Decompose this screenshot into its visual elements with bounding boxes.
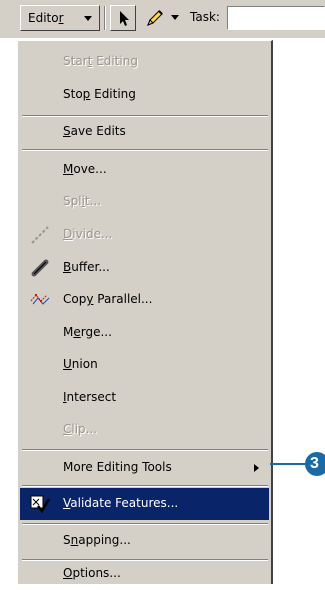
- chevron-down-icon: [84, 16, 92, 21]
- menu-item-clip[interactable]: Clip...: [20, 414, 269, 446]
- menu-separator: [22, 485, 268, 487]
- pointer-arrow-icon: [120, 11, 129, 26]
- editor-toolbar: Editor Task:: [0, 0, 325, 38]
- menu-item-copy-parallel[interactable]: Copy Parallel...: [20, 284, 269, 316]
- menu-item-label: Buffer...: [63, 260, 110, 274]
- chevron-down-icon: [171, 15, 179, 20]
- menu-item-label: Union: [63, 357, 98, 371]
- editor-dropdown-menu: Start Editing Stop Editing Save Edits Mo…: [17, 40, 273, 584]
- divide-icon: [31, 226, 49, 244]
- menu-item-label: Merge...: [63, 325, 112, 339]
- menu-item-merge[interactable]: Merge...: [20, 317, 269, 349]
- task-label: Task:: [190, 10, 220, 24]
- validate-icon: [30, 495, 50, 514]
- chevron-right-icon: [254, 464, 259, 472]
- menu-item-options[interactable]: Options...: [20, 558, 269, 590]
- menu-item-label: Copy Parallel...: [63, 292, 153, 306]
- menu-item-label: Snapping...: [63, 533, 131, 547]
- menu-separator: [22, 449, 268, 451]
- menu-item-start-editing[interactable]: Start Editing: [20, 46, 269, 78]
- menu-item-more-editing-tools[interactable]: More Editing Tools: [20, 452, 269, 484]
- menu-item-split[interactable]: Split...: [20, 186, 269, 218]
- task-select[interactable]: [227, 6, 325, 30]
- toolbar-divider: [104, 6, 106, 30]
- menu-item-stop-editing[interactable]: Stop Editing: [20, 79, 269, 111]
- menu-item-union[interactable]: Union: [20, 349, 269, 381]
- menu-item-label: Options...: [63, 566, 121, 580]
- menu-item-intersect[interactable]: Intersect: [20, 382, 269, 414]
- menu-item-label: Split...: [63, 194, 102, 208]
- editor-menu-button[interactable]: Editor: [20, 5, 100, 31]
- menu-item-label: Divide...: [63, 227, 113, 241]
- menu-item-buffer[interactable]: Buffer...: [20, 252, 269, 284]
- buffer-icon: [31, 259, 49, 277]
- menu-item-save-edits[interactable]: Save Edits: [20, 116, 269, 148]
- menu-item-label: Validate Features...: [63, 496, 179, 510]
- menu-item-label: More Editing Tools: [63, 460, 172, 474]
- menu-item-move[interactable]: Move...: [20, 154, 269, 186]
- menu-item-validate-features[interactable]: Validate Features...: [20, 488, 269, 520]
- sketch-tool-dropdown[interactable]: [144, 7, 184, 29]
- menu-item-label: Start Editing: [63, 54, 138, 68]
- menu-separator: [22, 149, 268, 151]
- edit-tool-button[interactable]: [110, 5, 136, 31]
- menu-item-divide[interactable]: Divide...: [20, 219, 269, 251]
- menu-item-snapping[interactable]: Snapping...: [20, 525, 269, 557]
- copy-parallel-icon: [30, 294, 50, 305]
- menu-item-label: Intersect: [63, 390, 117, 404]
- callout-badge: 3: [305, 452, 325, 476]
- pencil-icon: [147, 10, 163, 26]
- menu-item-label: Stop Editing: [63, 87, 136, 101]
- menu-item-label: Clip...: [63, 422, 98, 436]
- menu-item-label: Save Edits: [63, 124, 126, 138]
- editor-menu-label: Editor: [28, 11, 64, 25]
- menu-item-label: Move...: [63, 162, 107, 176]
